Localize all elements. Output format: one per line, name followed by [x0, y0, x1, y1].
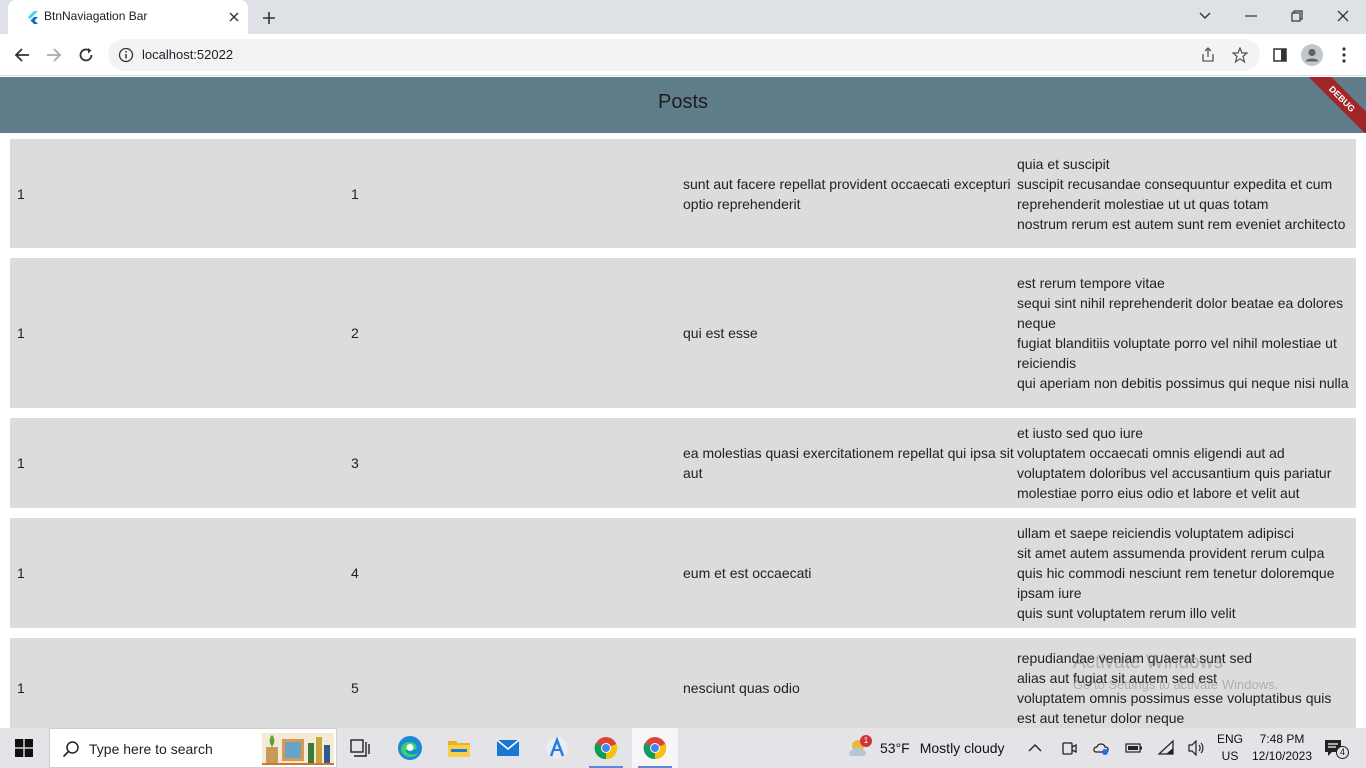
- flutter-icon: [28, 11, 38, 24]
- clock[interactable]: 7:48 PM 12/10/2023: [1246, 731, 1318, 765]
- post-id: 5: [351, 680, 359, 696]
- restore-button[interactable]: [1274, 0, 1320, 32]
- wifi-icon[interactable]: [1157, 728, 1175, 768]
- task-view-icon[interactable]: [337, 728, 383, 768]
- weather-alert-badge: 1: [860, 735, 872, 747]
- mail-icon[interactable]: [485, 728, 531, 768]
- post-card: 1 2 qui est esse est rerum tempore vitae…: [10, 258, 1356, 408]
- post-title: qui est esse: [683, 325, 758, 341]
- region-code: US: [1221, 749, 1239, 763]
- bookmark-star-icon[interactable]: [1232, 47, 1248, 63]
- chrome-active-window-icon[interactable]: [632, 728, 678, 768]
- taskbar: Type here to search 1 53°F Mostly cloudy…: [0, 728, 1366, 768]
- file-explorer-icon[interactable]: [436, 728, 482, 768]
- chrome-icon[interactable]: [583, 728, 629, 768]
- close-tab-icon[interactable]: [226, 9, 242, 25]
- close-window-button[interactable]: [1320, 0, 1366, 32]
- android-studio-icon[interactable]: [534, 728, 580, 768]
- page-title: Posts: [657, 91, 709, 113]
- clock-date: 12/10/2023: [1251, 749, 1313, 763]
- tab-search-icon[interactable]: [1182, 0, 1228, 32]
- post-user-id: 1: [17, 565, 25, 581]
- menu-kebab-icon[interactable]: [1332, 43, 1356, 67]
- post-user-id: 1: [17, 455, 25, 471]
- language-indicator[interactable]: ENG US: [1216, 731, 1244, 765]
- post-user-id: 1: [17, 680, 25, 696]
- browser-toolbar: localhost:52022: [0, 34, 1366, 76]
- post-body: ullam et saepe reiciendis voluptatem adi…: [1017, 525, 1335, 621]
- browser-tab[interactable]: BtnNaviagation Bar: [8, 0, 248, 34]
- post-card: 1 3 ea molestias quasi exercitationem re…: [10, 418, 1356, 508]
- notifications-icon[interactable]: 4: [1324, 728, 1349, 768]
- side-panel-icon[interactable]: [1268, 43, 1292, 67]
- post-body: est rerum tempore vitae sequi sint nihil…: [1017, 275, 1349, 391]
- post-id: 4: [351, 565, 359, 581]
- windows-start-icon[interactable]: [0, 728, 48, 768]
- app-bar: Posts DEBUG: [0, 77, 1366, 133]
- activate-windows-hint: Go to Settings to activate Windows.: [1073, 677, 1279, 692]
- post-title: eum et est occaecati: [683, 565, 812, 581]
- forward-button[interactable]: [42, 43, 66, 67]
- post-id: 2: [351, 325, 359, 341]
- taskbar-search-box[interactable]: Type here to search: [49, 728, 337, 768]
- reload-button[interactable]: [74, 43, 98, 67]
- volume-icon[interactable]: [1187, 728, 1205, 768]
- weather-description: Mostly cloudy: [919, 740, 1005, 756]
- edge-browser-icon[interactable]: [387, 728, 433, 768]
- posts-list[interactable]: 1 1 sunt aut facere repellat provident o…: [0, 133, 1366, 728]
- onedrive-icon[interactable]: [1092, 728, 1110, 768]
- search-placeholder: Type here to search: [89, 741, 213, 757]
- clock-time: 7:48 PM: [1259, 732, 1305, 746]
- address-bar[interactable]: localhost:52022: [108, 39, 1260, 71]
- new-tab-button[interactable]: [258, 7, 280, 29]
- post-body: quia et suscipit suscipit recusandae con…: [1017, 155, 1346, 232]
- post-body: et iusto sed quo iure voluptatem occaeca…: [1017, 425, 1332, 501]
- tab-title: BtnNaviagation Bar: [44, 9, 148, 23]
- meet-now-icon[interactable]: [1061, 728, 1077, 768]
- post-card: 1 4 eum et est occaecati ullam et saepe …: [10, 518, 1356, 628]
- url-text[interactable]: localhost:52022: [142, 47, 233, 62]
- post-title: sunt aut facere repellat provident occae…: [683, 175, 1011, 212]
- share-icon[interactable]: [1200, 47, 1216, 63]
- browser-tab-strip: BtnNaviagation Bar: [0, 0, 1366, 34]
- post-user-id: 1: [17, 325, 25, 341]
- post-id: 1: [351, 185, 359, 202]
- weather-temperature: 53°F: [880, 740, 910, 756]
- notification-count-badge: 4: [1336, 746, 1349, 759]
- profile-avatar-icon[interactable]: [1300, 43, 1324, 67]
- activate-windows-watermark: Activate Windows: [1073, 652, 1223, 673]
- post-title: nesciunt quas odio: [683, 680, 800, 696]
- show-hidden-icons-chevron-icon[interactable]: [1028, 728, 1042, 768]
- back-button[interactable]: [10, 43, 34, 67]
- post-card: 1 1 sunt aut facere repellat provident o…: [10, 139, 1356, 248]
- weather-widget[interactable]: 1 53°F Mostly cloudy: [846, 728, 1005, 768]
- search-highlight-illustration: [262, 733, 334, 765]
- post-user-id: 1: [17, 185, 25, 202]
- post-title: ea molestias quasi exercitationem repell…: [683, 445, 1014, 481]
- search-icon: [62, 741, 79, 758]
- minimize-button[interactable]: [1228, 0, 1274, 32]
- info-icon[interactable]: [118, 47, 134, 63]
- post-id: 3: [351, 455, 359, 471]
- battery-icon[interactable]: [1125, 728, 1143, 768]
- language-code: ENG: [1216, 732, 1243, 746]
